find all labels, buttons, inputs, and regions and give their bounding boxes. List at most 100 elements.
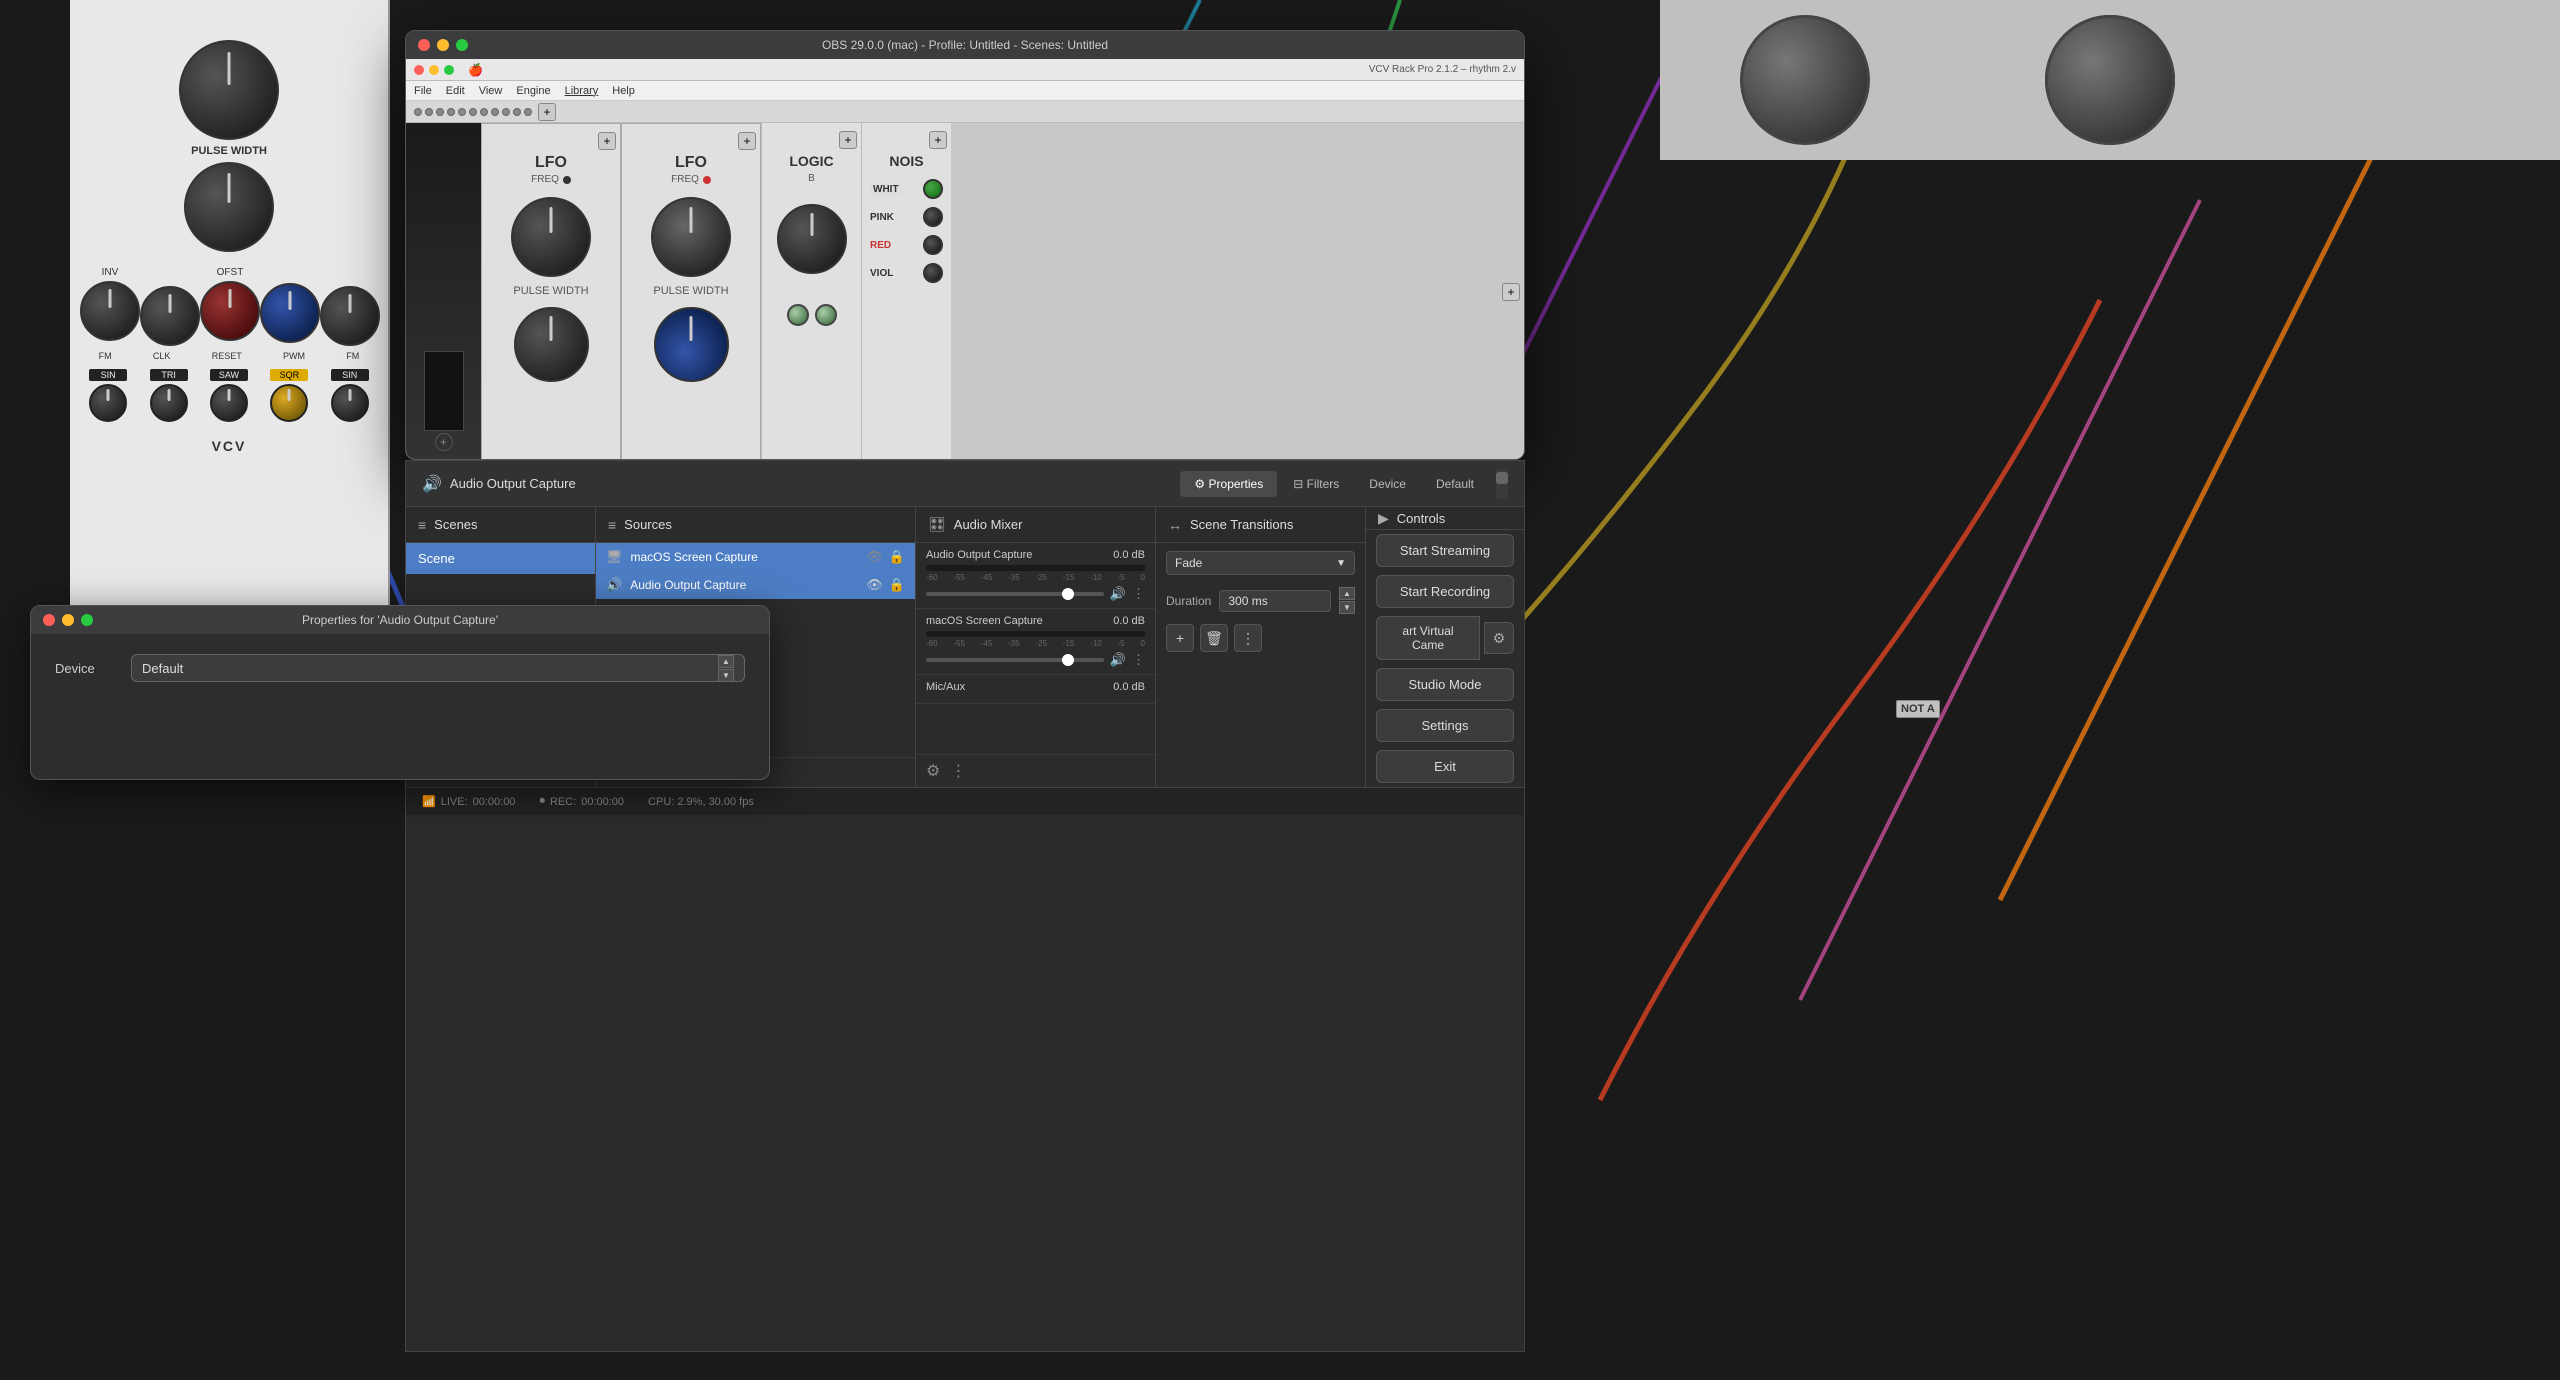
sqr-jack[interactable] <box>270 384 308 422</box>
obs-close-btn[interactable] <box>418 39 430 51</box>
vcv-rack-area: + + LFO FREQ PULSE WIDTH + LFO <box>406 123 1524 459</box>
duration-label: Duration <box>1166 594 1211 608</box>
vcv-min[interactable] <box>429 65 439 75</box>
viol-jack[interactable] <box>923 263 943 283</box>
meter-labels-audio: -60-55-45-35-25-15-10-50 <box>926 573 1145 582</box>
knob4[interactable] <box>260 283 320 343</box>
saw-jack[interactable] <box>210 384 248 422</box>
more-transition-btn[interactable]: ⋮ <box>1234 624 1262 652</box>
delete-transition-btn[interactable]: 🗑 <box>1200 624 1228 652</box>
ofst-knob[interactable] <box>200 281 260 341</box>
rack-dot <box>502 108 510 116</box>
vcv-brand-label: VCV <box>212 438 247 454</box>
top-knob-1[interactable] <box>1740 15 1870 145</box>
lfo2-pw-knob[interactable] <box>654 307 729 382</box>
pink-jack[interactable] <box>923 207 943 227</box>
device-select-box[interactable]: Default ▲ ▼ <box>131 654 745 682</box>
pulse-width-knob[interactable] <box>184 162 274 252</box>
logic-knob[interactable] <box>777 204 847 274</box>
menu-engine[interactable]: Engine <box>516 85 550 97</box>
menu-library[interactable]: Library <box>565 85 599 97</box>
inv-knob[interactable] <box>80 281 140 341</box>
main-knob-top[interactable] <box>179 40 279 140</box>
add-module-btn[interactable]: + <box>538 103 556 121</box>
transition-select-area: Fade ▼ <box>1166 551 1355 575</box>
add-right-btn[interactable]: + <box>1502 283 1520 301</box>
dialog-close-btn[interactable] <box>43 614 55 626</box>
pink-row: PINK <box>870 207 943 227</box>
scene-item-scene[interactable]: Scene <box>406 543 595 574</box>
menu-edit[interactable]: Edit <box>446 85 465 97</box>
logic-jack-1[interactable] <box>787 304 809 326</box>
menu-file[interactable]: File <box>414 85 432 97</box>
dialog-min-btn[interactable] <box>62 614 74 626</box>
lfo1-add-btn[interactable]: + <box>598 132 616 150</box>
tab-default[interactable]: Default <box>1422 471 1488 497</box>
menu-view[interactable]: View <box>479 85 503 97</box>
source-item-audio[interactable]: 🔊 Audio Output Capture 👁 🔒 <box>596 571 915 599</box>
obs-traffic-lights <box>418 39 468 51</box>
transition-select-box[interactable]: Fade ▼ <box>1166 551 1355 575</box>
exit-btn[interactable]: Exit <box>1376 750 1514 783</box>
red-jack[interactable] <box>923 235 943 255</box>
studio-mode-btn[interactable]: Studio Mode <box>1376 668 1514 701</box>
pwm-label: PWM <box>283 351 305 361</box>
tab-filters[interactable]: ⊟ Filters <box>1279 471 1353 497</box>
lfo1-freq-knob[interactable] <box>511 197 591 277</box>
duration-down-btn[interactable]: ▼ <box>1339 601 1355 614</box>
mixer-more-icon[interactable]: ⋮ <box>950 761 966 781</box>
start-streaming-btn[interactable]: Start Streaming <box>1376 534 1514 567</box>
add-module-btn2[interactable]: + <box>435 433 453 451</box>
whit-jack[interactable] <box>923 179 943 199</box>
fm-label1: FM <box>99 351 112 361</box>
knob2[interactable] <box>140 286 200 346</box>
lfo1-pw-knob[interactable] <box>514 307 589 382</box>
logic-add-btn[interactable]: + <box>839 131 857 149</box>
more-icon-screen[interactable]: ⋮ <box>1132 652 1145 668</box>
vcv-max[interactable] <box>444 65 454 75</box>
mixer-track-audio-name: Audio Output Capture <box>926 549 1032 561</box>
saw-label: SAW <box>210 369 248 381</box>
screen-lock-icon[interactable]: 🔒 <box>889 549 905 565</box>
duration-value[interactable]: 300 ms <box>1219 590 1331 612</box>
obs-max-btn[interactable] <box>456 39 468 51</box>
tri-jack[interactable] <box>150 384 188 422</box>
obs-min-btn[interactable] <box>437 39 449 51</box>
lfo-module-1: + LFO FREQ PULSE WIDTH <box>481 123 621 459</box>
settings-btn[interactable]: Settings <box>1376 709 1514 742</box>
more-icon-audio[interactable]: ⋮ <box>1132 586 1145 602</box>
dialog-max-btn[interactable] <box>81 614 93 626</box>
logic-module: + LOGIC B <box>761 123 861 459</box>
volume-slider-audio[interactable] <box>926 592 1104 596</box>
knob5[interactable] <box>320 286 380 346</box>
logic-jack-2[interactable] <box>815 304 837 326</box>
virtual-cam-btn[interactable]: art Virtual Came <box>1376 616 1480 660</box>
tab-device[interactable]: Device <box>1355 471 1420 497</box>
audio-lock-icon[interactable]: 🔒 <box>889 577 905 593</box>
vcv-close[interactable] <box>414 65 424 75</box>
volume-row-audio: 🔊 ⋮ <box>926 586 1145 602</box>
volume-slider-screen[interactable] <box>926 658 1104 662</box>
screen-visibility-icon[interactable]: 👁 <box>866 549 883 565</box>
add-transition-btn[interactable]: + <box>1166 624 1194 652</box>
audio-visibility-icon[interactable]: 👁 <box>866 577 883 593</box>
device-down-btn[interactable]: ▼ <box>718 669 734 682</box>
mixer-settings-icon[interactable]: ⚙ <box>926 761 940 781</box>
lfo1-title: LFO <box>535 154 567 172</box>
mute-icon-audio[interactable]: 🔊 <box>1110 586 1126 602</box>
device-up-btn[interactable]: ▲ <box>718 655 734 668</box>
tab-properties[interactable]: ⚙ ScenesProperties <box>1180 471 1277 497</box>
sin-jack2[interactable] <box>331 384 369 422</box>
mute-icon-screen[interactable]: 🔊 <box>1110 652 1126 668</box>
duration-up-btn[interactable]: ▲ <box>1339 587 1355 600</box>
sin-jack1[interactable] <box>89 384 127 422</box>
properties-tabs: ⚙ ScenesProperties ⊟ Filters Device Defa… <box>1180 471 1488 497</box>
lfo2-freq-knob[interactable] <box>651 197 731 277</box>
top-knob-5[interactable] <box>2045 15 2175 145</box>
menu-help[interactable]: Help <box>612 85 635 97</box>
start-recording-btn[interactable]: Start Recording <box>1376 575 1514 608</box>
source-item-screen[interactable]: 🖥 macOS Screen Capture 👁 🔒 <box>596 543 915 571</box>
nois-add-btn[interactable]: + <box>929 131 947 149</box>
virtual-cam-gear-btn[interactable]: ⚙ <box>1484 622 1514 654</box>
lfo2-add-btn[interactable]: + <box>738 132 756 150</box>
